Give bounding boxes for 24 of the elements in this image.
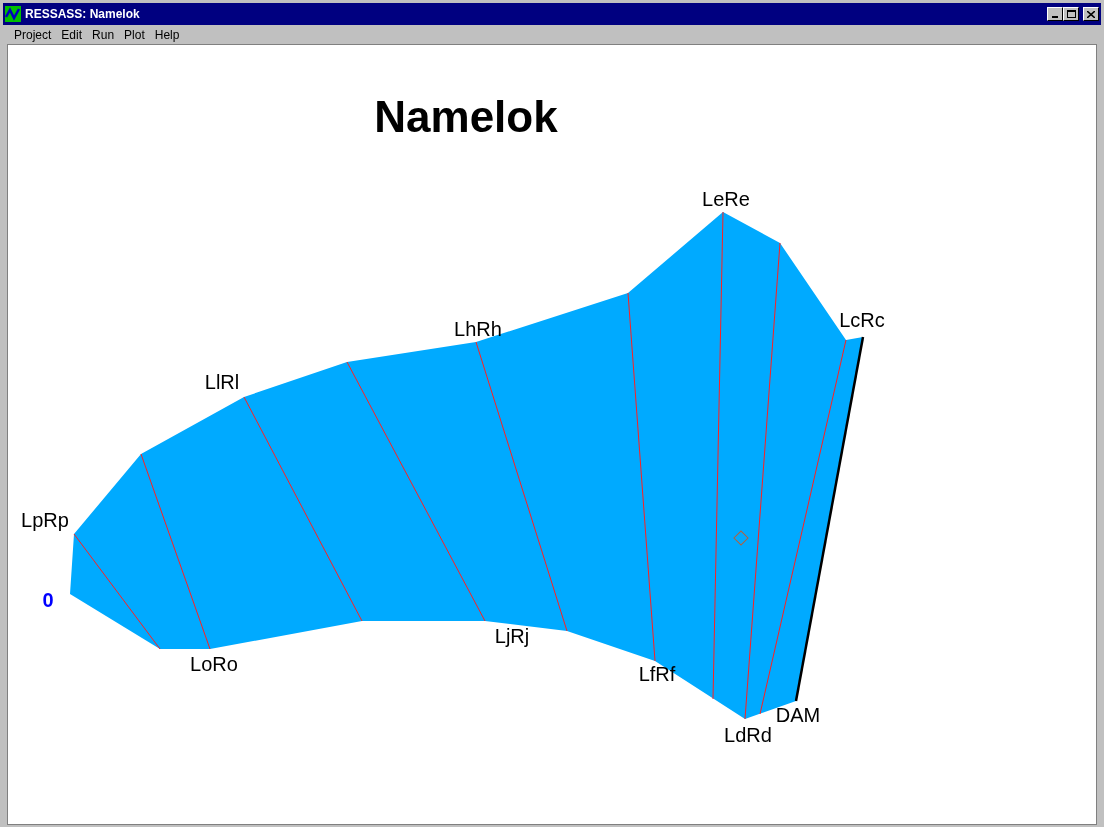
origin-label: 0: [42, 589, 54, 611]
window-title: RESSASS: Namelok: [25, 6, 140, 23]
menu-item[interactable]: Edit: [56, 25, 88, 44]
section-label: DAM: [775, 704, 821, 726]
menu-item[interactable]: Run: [87, 25, 120, 44]
minimize-button[interactable]: [1047, 7, 1063, 21]
close-button[interactable]: [1083, 7, 1099, 21]
maximize-button[interactable]: [1063, 7, 1079, 21]
section-label: LhRh: [454, 318, 502, 340]
section-label: LlRl: [204, 371, 240, 393]
section-label: LpRp: [21, 509, 69, 531]
diamond-marker: [733, 530, 749, 546]
menu-item[interactable]: Help: [149, 25, 185, 44]
close-icon: [1087, 10, 1095, 18]
section-label: LcRc: [839, 309, 885, 331]
section-label: LdRd: [724, 724, 772, 746]
section-label: LjRj: [494, 625, 530, 647]
app-icon: [5, 6, 21, 22]
section-label: LfRf: [638, 663, 676, 685]
plot-title: Namelok: [374, 92, 558, 141]
menu-item[interactable]: Project: [9, 25, 57, 44]
section-label: LeRe: [702, 188, 750, 210]
section-label: LoRo: [190, 653, 238, 675]
menu-item[interactable]: Plot: [119, 25, 150, 44]
